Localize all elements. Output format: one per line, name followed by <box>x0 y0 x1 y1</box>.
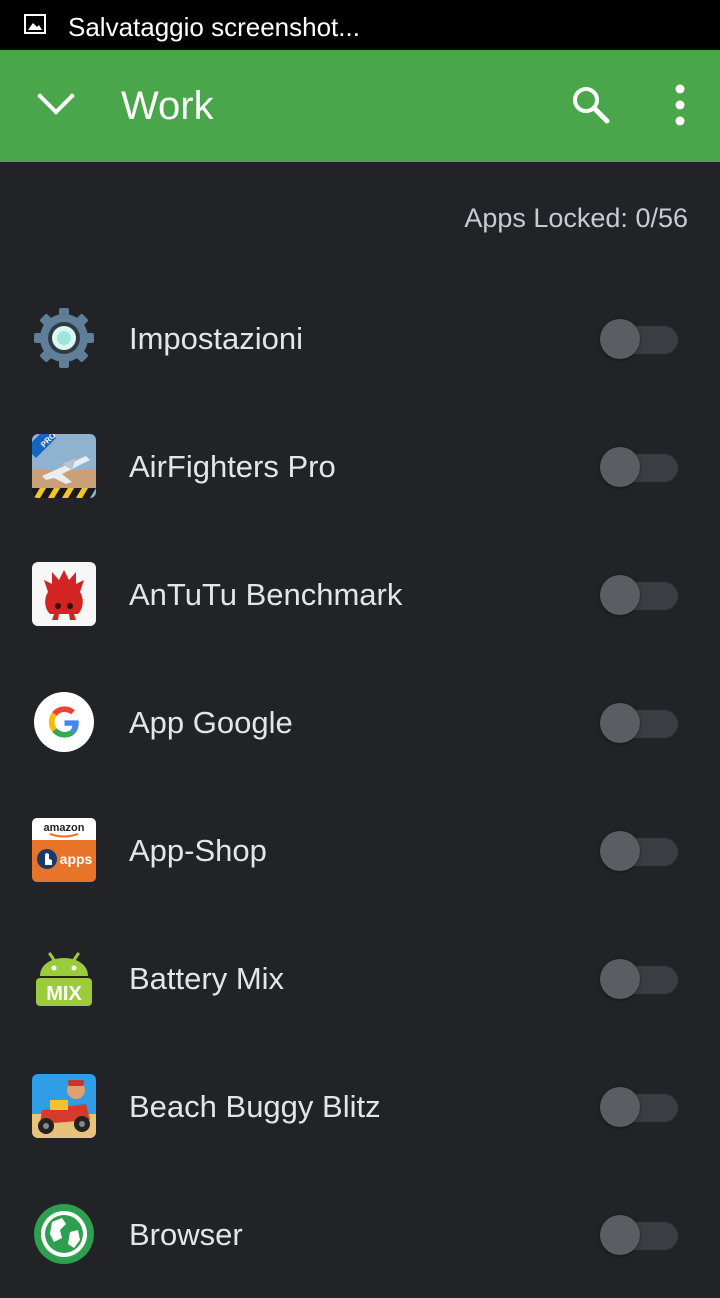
lock-toggle[interactable] <box>600 318 680 360</box>
toggle-thumb <box>600 703 640 743</box>
toolbar: Work <box>0 50 720 162</box>
list-item[interactable]: PRO AirFighters Pro <box>0 402 720 530</box>
toggle-thumb <box>600 1087 640 1127</box>
collapse-button[interactable] <box>28 78 84 134</box>
app-name: Impostazioni <box>129 321 304 356</box>
status-bar: Salvataggio screenshot... <box>0 0 720 50</box>
list-item[interactable]: MIX Battery Mix <box>0 914 720 1042</box>
app-name: AnTuTu Benchmark <box>129 577 403 612</box>
toggle-thumb <box>600 959 640 999</box>
notification-text: Salvataggio screenshot... <box>68 12 360 42</box>
list-item[interactable]: App Google <box>0 658 720 786</box>
list-item[interactable]: Beach Buggy Blitz <box>0 1042 720 1170</box>
toggle-thumb <box>600 831 640 871</box>
google-icon <box>32 690 96 754</box>
chevron-down-icon <box>36 92 76 121</box>
lock-toggle[interactable] <box>600 702 680 744</box>
app-list: Impostazioni PRO AirFighters Pro AnTuTu … <box>0 274 720 1298</box>
app-name: Beach Buggy Blitz <box>129 1089 381 1124</box>
amazon-apps-icon: amazon apps <box>32 818 96 882</box>
lock-toggle[interactable] <box>600 1214 680 1256</box>
search-icon <box>570 84 612 131</box>
toggle-thumb <box>600 319 640 359</box>
more-options-button[interactable] <box>656 78 704 136</box>
browser-globe-icon <box>32 1202 96 1266</box>
lock-toggle[interactable] <box>600 958 680 1000</box>
app-name: AirFighters Pro <box>129 449 336 484</box>
image-icon <box>24 14 46 34</box>
lock-toggle[interactable] <box>600 1086 680 1128</box>
lock-toggle[interactable] <box>600 446 680 488</box>
toggle-thumb <box>600 447 640 487</box>
lock-toggle[interactable] <box>600 574 680 616</box>
search-button[interactable] <box>562 78 620 136</box>
toggle-thumb <box>600 1215 640 1255</box>
app-name: Battery Mix <box>129 961 285 996</box>
antutu-icon <box>32 562 96 626</box>
apps-wordmark: apps <box>60 851 93 867</box>
list-item[interactable]: Impostazioni <box>0 274 720 402</box>
list-item[interactable]: amazon apps App-Shop <box>0 786 720 914</box>
page-title: Work <box>121 84 214 128</box>
app-name: App-Shop <box>129 833 267 868</box>
more-vert-icon <box>675 84 685 131</box>
toggle-thumb <box>600 575 640 615</box>
list-item[interactable]: AnTuTu Benchmark <box>0 530 720 658</box>
app-name: Browser <box>129 1217 243 1252</box>
app-name: App Google <box>129 705 293 740</box>
amazon-wordmark: amazon <box>44 822 85 834</box>
lock-toggle[interactable] <box>600 830 680 872</box>
mix-wordmark: MIX <box>46 983 82 1005</box>
list-item[interactable]: Browser <box>0 1170 720 1298</box>
beach-buggy-blitz-icon <box>32 1074 96 1138</box>
android-battery-mix-icon: MIX <box>32 946 96 1010</box>
airfighters-pro-icon: PRO <box>32 434 96 498</box>
apps-locked-count: Apps Locked: 0/56 <box>464 203 688 233</box>
settings-gear-icon <box>32 306 96 370</box>
